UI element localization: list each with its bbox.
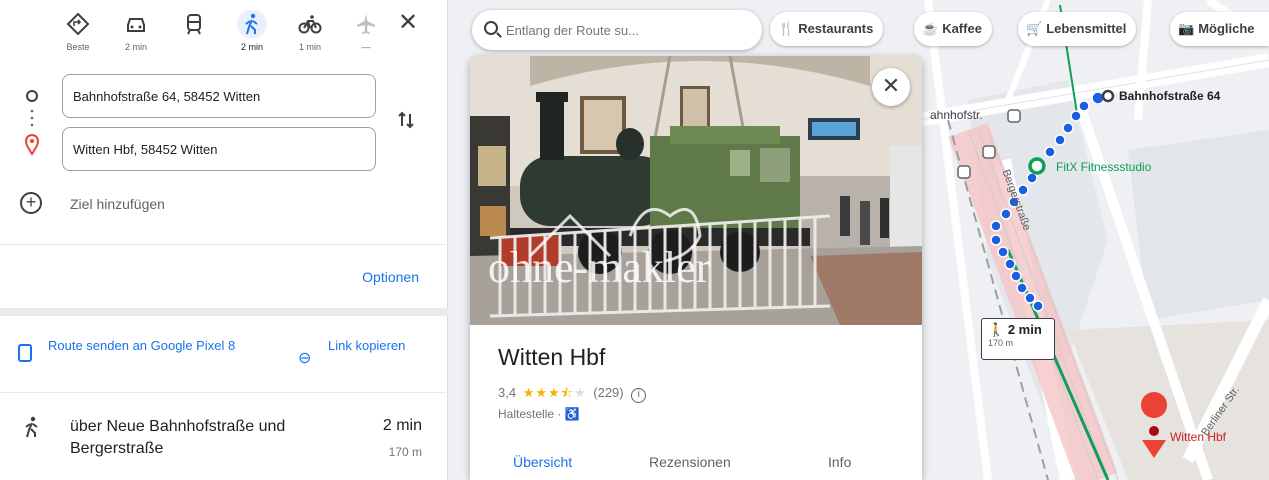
chip-label: Restaurants	[798, 21, 874, 36]
swap-direction-button[interactable]	[394, 108, 418, 132]
directions-panel: Beste 2 min 2 min 1 min — ✕ Bahnhofstraß…	[0, 0, 448, 480]
place-card: ohne-makler ✕ Witten Hbf 3,4 ★★★⯪★ (229)…	[470, 56, 922, 480]
coffee-icon: ☕	[922, 21, 939, 36]
copy-link-label: Link kopieren	[328, 338, 406, 353]
place-photo[interactable]: ohne-makler	[470, 56, 922, 325]
destination-field[interactable]: Witten Hbf, 58452 Witten	[62, 127, 376, 171]
rating-value: 3,4	[498, 385, 517, 400]
route-distance: 170 m	[388, 445, 422, 459]
tab-info[interactable]: Info	[828, 454, 851, 470]
swap-icon	[398, 111, 414, 129]
route-search-box[interactable]	[472, 10, 762, 50]
airplane-icon	[351, 10, 381, 38]
walk-icon: 🚶	[988, 322, 1005, 337]
mode-bike-label: 1 min	[298, 42, 321, 52]
wheelchair-icon: ♿	[564, 407, 580, 421]
origin-dot-icon	[26, 90, 38, 102]
poi-marker[interactable]	[1028, 157, 1046, 175]
chip-groceries[interactable]: 🛒 Lebensmittel	[1018, 12, 1137, 46]
chip-label: Kaffee	[942, 21, 982, 36]
send-to-phone-icon	[18, 344, 32, 362]
info-icon[interactable]: i	[631, 388, 647, 403]
waypoint-markers	[24, 88, 40, 173]
mode-best-label: Beste	[66, 42, 90, 52]
destination-label[interactable]: Witten Hbf	[1170, 430, 1226, 444]
add-destination-label: Ziel hinzufügen	[70, 196, 165, 212]
walk-time-box[interactable]: 🚶 2 min 170 m	[981, 318, 1055, 360]
travel-mode-bar: Beste 2 min 2 min 1 min —	[56, 8, 386, 60]
camera-icon: 📷	[1178, 21, 1195, 36]
chip-restaurants[interactable]: 🍴 Restaurants	[770, 12, 884, 46]
route-time: 2 min	[382, 417, 422, 434]
car-icon	[121, 10, 151, 38]
walk-distance: 170 m	[988, 338, 1014, 348]
chip-label: Lebensmittel	[1046, 21, 1127, 36]
destination-pin-icon	[24, 134, 40, 156]
street-label-top: ahnhofstr.	[930, 108, 983, 122]
walk-time: 2 min	[1007, 322, 1042, 337]
star-rating-icon: ★★★⯪★	[522, 385, 587, 400]
search-icon	[484, 21, 498, 35]
origin-label[interactable]: Bahnhofstraße 64	[1119, 89, 1220, 103]
close-directions-button[interactable]: ✕	[394, 10, 422, 38]
tab-reviews[interactable]: Rezensionen	[649, 454, 731, 470]
walk-mode-icon	[237, 10, 267, 38]
poi-label[interactable]: FitX Fitnessstudio	[1056, 160, 1151, 174]
mode-transit[interactable]	[172, 8, 216, 58]
mode-walk-label: 2 min	[240, 42, 263, 52]
chip-label: Mögliche	[1198, 21, 1255, 36]
fork-knife-icon: 🍴	[778, 21, 795, 36]
photo-watermark: ohne-makler	[488, 243, 711, 292]
chip-more[interactable]: 📷 Mögliche	[1170, 12, 1269, 46]
review-count[interactable]: (229)	[593, 385, 623, 400]
close-card-button[interactable]: ✕	[872, 68, 910, 106]
mode-car-label: 2 min	[124, 42, 147, 52]
mode-flight-label: —	[361, 42, 371, 52]
route-search-input[interactable]	[506, 18, 746, 42]
mode-best[interactable]: Beste	[56, 8, 100, 58]
best-route-icon	[63, 10, 93, 38]
mode-bike[interactable]: 1 min	[288, 8, 332, 58]
route-option[interactable]: über Neue Bahnhofstraße und Bergerstraße…	[0, 400, 448, 480]
tab-overview[interactable]: Übersicht	[513, 454, 572, 470]
divider	[0, 392, 448, 393]
origin-field[interactable]: Bahnhofstraße 64, 58452 Witten	[62, 74, 376, 118]
mode-car[interactable]: 2 min	[114, 8, 158, 58]
origin-marker[interactable]	[1101, 89, 1115, 103]
section-divider	[0, 308, 448, 316]
options-button[interactable]: Optionen	[362, 269, 419, 285]
train-icon	[179, 10, 209, 38]
chip-coffee[interactable]: ☕ Kaffee	[914, 12, 992, 46]
bike-icon	[295, 10, 325, 38]
place-type-label: Haltestelle ·	[498, 407, 565, 421]
send-to-device-label: Route senden an Google Pixel 8	[48, 338, 236, 353]
place-type: Haltestelle · ♿	[498, 407, 580, 421]
plus-icon: +	[20, 192, 42, 214]
mode-flight[interactable]: —	[344, 8, 388, 58]
mode-walk[interactable]: 2 min	[230, 8, 274, 58]
place-title: Witten Hbf	[498, 344, 606, 370]
divider	[0, 244, 448, 245]
cart-icon: 🛒	[1026, 21, 1043, 36]
link-icon: ⊖	[298, 350, 312, 367]
walk-route-icon	[22, 416, 42, 446]
route-description: über Neue Bahnhofstraße und Bergerstraße	[70, 418, 286, 457]
rating-row: 3,4 ★★★⯪★ (229) i	[498, 384, 647, 406]
